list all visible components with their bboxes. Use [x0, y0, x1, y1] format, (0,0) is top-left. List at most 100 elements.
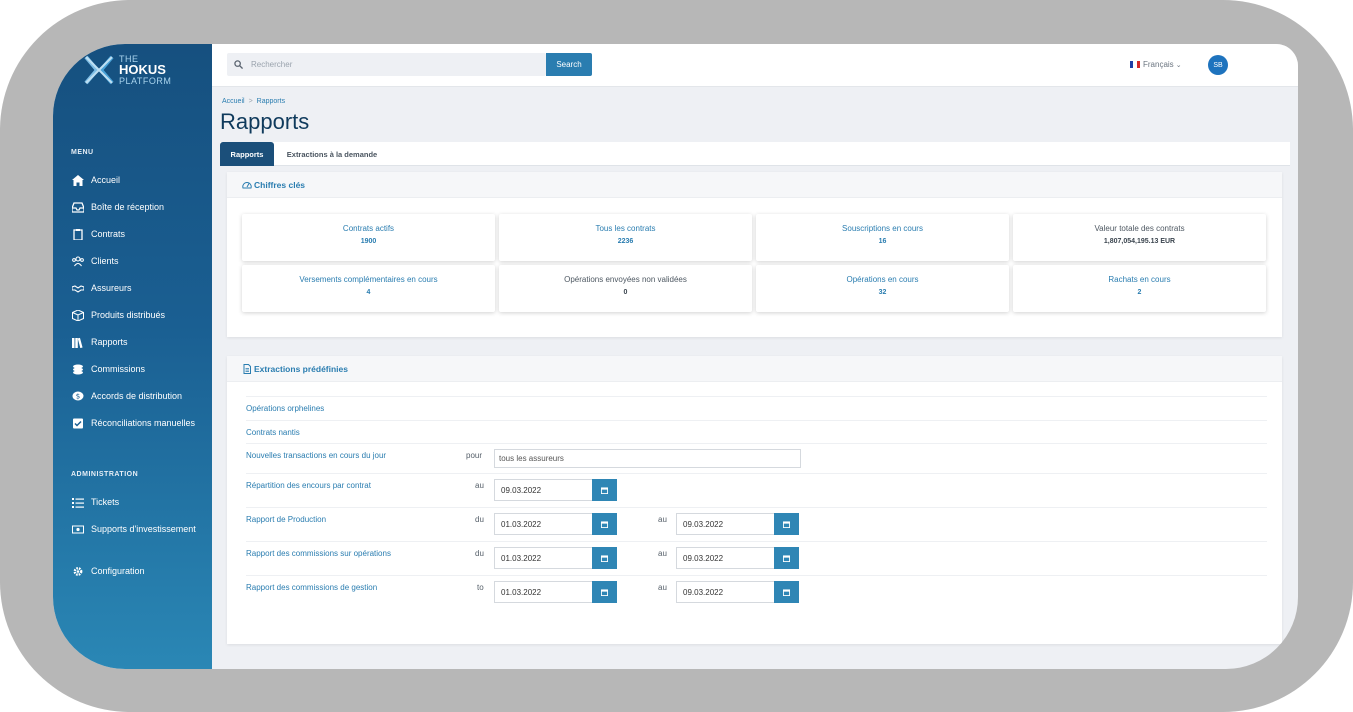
date-input[interactable] — [676, 581, 774, 603]
date-picker-from — [494, 513, 617, 535]
kpi-card-rachats-en-cours[interactable]: Rachats en cours 2 — [1013, 265, 1266, 312]
kpi-label: Tous les contrats — [595, 224, 656, 233]
extraction-link[interactable]: Répartition des encours par contrat — [246, 481, 371, 490]
svg-text:$: $ — [76, 393, 80, 401]
sidebar-item-label: Commissions — [91, 364, 146, 374]
sidebar-item-supports-investissement[interactable]: Supports d'investissement — [71, 524, 206, 537]
sidebar-item-produits-distribues[interactable]: Produits distribués — [71, 310, 206, 323]
extraction-link[interactable]: Rapport de Production — [246, 515, 326, 524]
sidebar-item-commissions[interactable]: Commissions — [71, 364, 206, 377]
kpi-value: 16 — [878, 238, 887, 245]
sidebar-item-configuration[interactable]: Configuration — [71, 566, 206, 579]
user-avatar[interactable]: SB — [1208, 55, 1228, 75]
kpi-card-souscriptions-en-cours[interactable]: Souscriptions en cours 16 — [756, 214, 1009, 261]
breadcrumb-accueil[interactable]: Accueil — [222, 98, 245, 105]
users-icon — [71, 256, 85, 267]
sidebar-item-label: Rapports — [91, 337, 128, 347]
calendar-icon — [783, 554, 790, 562]
extraction-link[interactable]: Nouvelles transactions en cours du jour — [246, 451, 386, 460]
extractions-title: Extractions prédéfinies — [254, 363, 349, 374]
breadcrumb-rapports[interactable]: Rapports — [257, 98, 285, 105]
sidebar-item-reconciliations-manuelles[interactable]: Réconciliations manuelles — [71, 418, 206, 431]
sidebar-item-label: Assureurs — [91, 283, 132, 293]
search-input[interactable] — [251, 60, 531, 69]
sidebar-item-label: Réconciliations manuelles — [91, 418, 196, 428]
date-picker-from — [494, 547, 617, 569]
calendar-button[interactable] — [774, 513, 799, 535]
sidebar-item-accueil[interactable]: Accueil — [71, 175, 206, 188]
sidebar-item-clients[interactable]: Clients — [71, 256, 206, 269]
row-prefix-label: au — [475, 481, 484, 490]
search-button[interactable]: Search — [546, 53, 592, 76]
kpi-card-operations-en-cours[interactable]: Opérations en cours 32 — [756, 265, 1009, 312]
calendar-icon — [783, 588, 790, 596]
kpi-value: 2236 — [617, 238, 634, 245]
extraction-link[interactable]: Rapport des commissions sur opérations — [246, 549, 391, 558]
calendar-icon — [601, 588, 608, 596]
calendar-button[interactable] — [592, 547, 617, 569]
assureurs-filter-input[interactable] — [494, 449, 801, 468]
sidebar-item-label: Supports d'investissement — [91, 524, 196, 534]
search-icon — [234, 60, 243, 69]
date-input[interactable] — [494, 513, 592, 535]
sidebar-item-label: Tickets — [91, 497, 120, 507]
tab-extractions-a-la-demande[interactable]: Extractions à la demande — [277, 142, 387, 166]
kpi-value: 2 — [1137, 289, 1142, 296]
date-input[interactable] — [676, 513, 774, 535]
extraction-link[interactable]: Rapport des commissions de gestion — [246, 583, 377, 592]
calendar-button[interactable] — [592, 581, 617, 603]
calendar-button[interactable] — [774, 547, 799, 569]
tab-rapports[interactable]: Rapports — [220, 142, 274, 166]
date-input[interactable] — [676, 547, 774, 569]
tachometer-icon — [242, 181, 252, 188]
kpi-label: Rachats en cours — [1108, 275, 1171, 284]
extraction-row-commissions-operations: Rapport des commissions sur opérations d… — [246, 541, 1267, 575]
kpi-label: Contrats actifs — [342, 224, 395, 233]
key-figures-title: Chiffres clés — [254, 179, 306, 190]
date-picker-to — [676, 547, 799, 569]
sidebar-item-label: Boîte de réception — [91, 202, 165, 212]
sidebar-item-rapports[interactable]: Rapports — [71, 337, 206, 350]
france-flag-icon — [1130, 61, 1140, 68]
kpi-value: 0 — [623, 289, 628, 296]
date-picker-to — [676, 581, 799, 603]
sidebar-item-label: Accords de distribution — [91, 391, 183, 401]
sidebar-item-accords-de-distribution[interactable]: $ Accords de distribution — [71, 391, 206, 404]
home-icon — [71, 175, 85, 186]
box-icon — [71, 310, 85, 321]
kpi-card-versements-complementaires[interactable]: Versements complémentaires en cours 4 — [242, 265, 495, 312]
sidebar-item-boite-de-reception[interactable]: Boîte de réception — [71, 202, 206, 215]
kpi-value: 1900 — [360, 238, 377, 245]
topbar: Search Français ⌄ SB — [212, 44, 1298, 87]
date-input[interactable] — [494, 547, 592, 569]
sidebar-item-contrats[interactable]: Contrats — [71, 229, 206, 242]
kpi-value: 4 — [366, 289, 371, 296]
sidebar-item-tickets[interactable]: Tickets — [71, 497, 206, 510]
extraction-link[interactable]: Contrats nantis — [246, 428, 300, 437]
row-mid-label: au — [658, 515, 667, 524]
language-selector[interactable]: Français ⌄ — [1130, 60, 1182, 69]
brand-logo[interactable]: THE HOKUS PLATFORM — [83, 52, 193, 88]
administration-section-title: ADMINISTRATION — [71, 471, 139, 478]
calendar-icon — [601, 554, 608, 562]
sidebar-item-assureurs[interactable]: Assureurs — [71, 283, 206, 296]
calendar-button[interactable] — [774, 581, 799, 603]
sidebar-item-label: Contrats — [91, 229, 126, 239]
kpi-label: Valeur totale des contrats — [1094, 224, 1185, 233]
kpi-label: Souscriptions en cours — [842, 224, 923, 233]
calendar-icon — [601, 486, 608, 494]
kpi-card-tous-les-contrats[interactable]: Tous les contrats 2236 — [499, 214, 752, 261]
calendar-button[interactable] — [592, 513, 617, 535]
extraction-row-repartition-encours: Répartition des encours par contrat au — [246, 473, 1267, 507]
calendar-button[interactable] — [592, 479, 617, 501]
date-picker-to — [676, 513, 799, 535]
date-input[interactable] — [494, 581, 592, 603]
row-prefix-label: du — [475, 549, 484, 558]
kpi-card-contrats-actifs[interactable]: Contrats actifs 1900 — [242, 214, 495, 261]
row-prefix-label: to — [477, 583, 484, 592]
brand-line-platform: PLATFORM — [119, 76, 172, 86]
extraction-link[interactable]: Opérations orphelines — [246, 404, 324, 413]
row-mid-label: au — [658, 583, 667, 592]
date-input[interactable] — [494, 479, 592, 501]
books-icon — [71, 337, 85, 348]
